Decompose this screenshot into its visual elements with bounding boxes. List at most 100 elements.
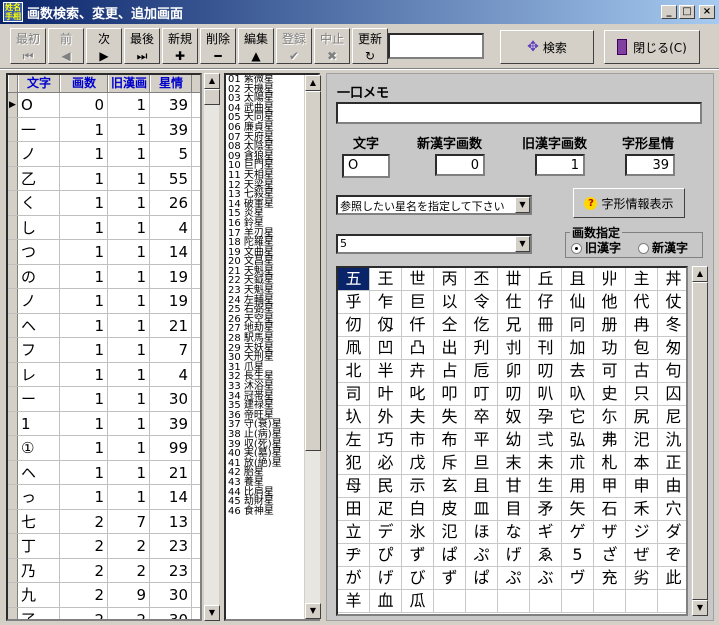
kanji-cell[interactable]: 王 (370, 268, 402, 291)
star-info-field[interactable]: 39 (625, 154, 675, 176)
table-row[interactable]: レ114 (8, 362, 200, 387)
table-cell[interactable]: 26 (150, 191, 192, 215)
kanji-cell[interactable]: ヂ (338, 544, 370, 567)
table-cell[interactable]: 2 (108, 607, 150, 619)
kanji-cell[interactable]: 正 (658, 452, 686, 475)
scroll-up-arrow[interactable]: ▲ (204, 73, 220, 89)
table-cell[interactable]: 30 (150, 583, 192, 607)
scroll-thumb[interactable] (204, 89, 220, 105)
kanji-cell[interactable]: 凹 (370, 337, 402, 360)
kanji-cell[interactable]: 丱 (594, 268, 626, 291)
kanji-cell[interactable]: 叨 (530, 360, 562, 383)
table-cell[interactable]: 30 (150, 387, 192, 411)
kanji-cell[interactable]: 斥 (434, 452, 466, 475)
kanji-cell[interactable]: 白 (402, 498, 434, 521)
kanji-cell[interactable]: ぷ (498, 567, 530, 590)
table-cell[interactable]: 1 (108, 387, 150, 411)
old-kanji-radio[interactable]: 旧漢字 (571, 239, 621, 256)
header-strokes[interactable]: 画数 (60, 75, 108, 92)
kanji-cell[interactable]: 句 (658, 360, 686, 383)
table-cell[interactable]: 1 (60, 313, 108, 337)
kanji-cell[interactable]: 仙 (562, 291, 594, 314)
kanji-cell[interactable]: 乎 (338, 291, 370, 314)
toolbar-button-5[interactable]: 削除 ━ (200, 28, 236, 64)
kanji-cell[interactable]: 氷 (402, 521, 434, 544)
kanji-cell[interactable]: 田 (338, 498, 370, 521)
table-cell[interactable]: 9 (108, 583, 150, 607)
kanji-cell[interactable]: ざ (594, 544, 626, 567)
toolbar-button-6[interactable]: 編集 ▲ (238, 28, 274, 64)
table-row[interactable]: っ 1 1 14 (8, 485, 200, 510)
kanji-cell[interactable]: ぞ (658, 544, 686, 567)
kanji-cell[interactable]: 尓 (594, 406, 626, 429)
kanji-cell[interactable]: 主 (626, 268, 658, 291)
table-cell[interactable]: 七 (18, 509, 60, 533)
kanji-cell[interactable]: 市 (402, 429, 434, 452)
kanji-cell[interactable]: 外 (370, 406, 402, 429)
toolbar-button-7[interactable]: 登録 ✔ (276, 28, 312, 64)
kanji-cell[interactable]: 圦 (338, 406, 370, 429)
kanji-cell[interactable]: 冉 (626, 314, 658, 337)
kanji-cell[interactable]: ザ (594, 521, 626, 544)
table-cell[interactable]: レ (18, 362, 60, 386)
table-cell[interactable]: 5 (150, 142, 192, 166)
kanji-cell[interactable]: 用 (562, 475, 594, 498)
kanji-cell[interactable]: 幼 (498, 429, 530, 452)
kanji-cell[interactable]: 氾 (434, 521, 466, 544)
table-row[interactable]: 了 2 2 30 (8, 607, 200, 619)
kanji-cell[interactable]: 禾 (626, 498, 658, 521)
kanji-cell[interactable]: 由 (658, 475, 686, 498)
header-old-strokes[interactable]: 旧漢画 (108, 75, 150, 92)
table-cell[interactable]: 2 (60, 509, 108, 533)
table-cell[interactable]: 1 (60, 436, 108, 460)
kanji-cell[interactable]: 仗 (658, 291, 686, 314)
kanji-cell[interactable]: 朮 (562, 452, 594, 475)
toolbar-button-3[interactable]: 最後 ⏭ (124, 28, 160, 64)
kanji-cell[interactable]: 刊 (530, 337, 562, 360)
kanji-cell[interactable]: 戊 (402, 452, 434, 475)
table-cell[interactable]: 2 (60, 558, 108, 582)
table-cell[interactable]: 1 (108, 485, 150, 509)
kanji-cell[interactable]: 仡 (466, 314, 498, 337)
table-cell[interactable]: 0 (60, 93, 108, 117)
kanji-cell[interactable]: 冊 (530, 314, 562, 337)
table-cell[interactable]: 39 (150, 411, 192, 435)
table-cell[interactable]: 乙 (18, 166, 60, 190)
search-button[interactable]: ✥ 検索 (500, 30, 594, 64)
kanji-cell[interactable]: 匆 (658, 337, 686, 360)
table-cell[interactable]: 1 (108, 289, 150, 313)
kanji-cell[interactable]: 他 (594, 291, 626, 314)
table-cell[interactable]: 19 (150, 289, 192, 313)
kanji-cell[interactable] (434, 590, 466, 613)
kanji-cell[interactable]: 去 (562, 360, 594, 383)
kanji-cell[interactable]: 叮 (466, 383, 498, 406)
toolbar-button-1[interactable]: 前 ◀ (48, 28, 84, 64)
kanji-cell[interactable]: 氿 (658, 429, 686, 452)
table-row[interactable]: く 1 1 26 (8, 191, 200, 216)
kanji-cell[interactable]: 卉 (402, 360, 434, 383)
table-row[interactable]: ー 1 1 30 (8, 387, 200, 412)
minimize-button[interactable]: _ (661, 5, 677, 19)
table-cell[interactable]: 23 (150, 558, 192, 582)
header-star[interactable]: 星情 (150, 75, 192, 92)
kanji-cell[interactable] (562, 590, 594, 613)
kanji-cell[interactable]: 五 (338, 268, 370, 291)
kanji-cell[interactable]: 弘 (562, 429, 594, 452)
kanji-cell[interactable] (530, 590, 562, 613)
table-cell[interactable]: 1 (60, 191, 108, 215)
kanji-cell[interactable]: 它 (562, 406, 594, 429)
kanji-cell[interactable]: 囚 (658, 383, 686, 406)
kanji-cell[interactable]: 皿 (466, 498, 498, 521)
kanji-cell[interactable]: ず (402, 544, 434, 567)
kanji-cell[interactable]: 兄 (498, 314, 530, 337)
kanji-cell[interactable]: 申 (626, 475, 658, 498)
kanji-cell[interactable]: ゲ (562, 521, 594, 544)
kanji-cell[interactable]: 仕 (498, 291, 530, 314)
kanji-scroll-up-arrow[interactable]: ▲ (692, 266, 708, 282)
table-cell[interactable]: 1 (108, 93, 150, 117)
new-kanji-radio[interactable]: 新漢字 (638, 239, 688, 256)
header-char[interactable]: 文字 (18, 75, 60, 92)
kanji-cell[interactable]: 布 (434, 429, 466, 452)
table-cell[interactable]: 1 (108, 215, 150, 239)
kanji-cell[interactable]: 出 (434, 337, 466, 360)
